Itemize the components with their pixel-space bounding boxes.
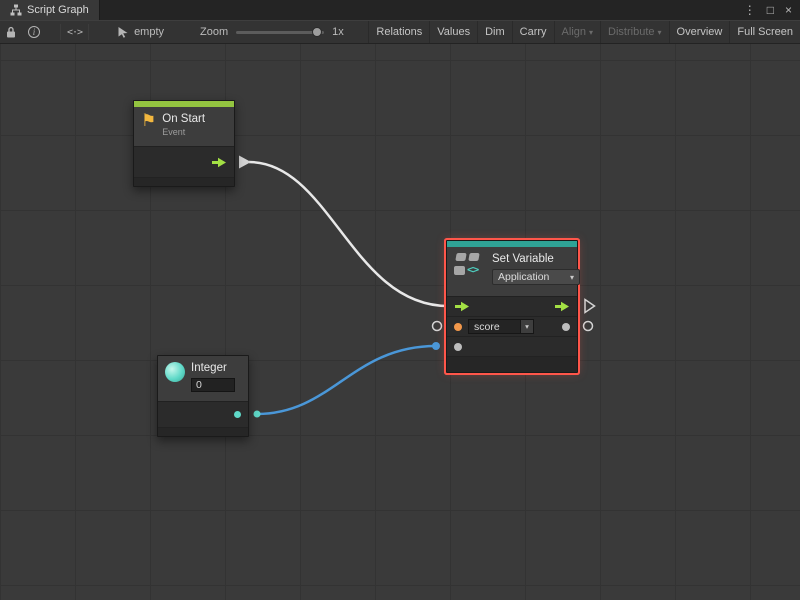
variable-scope-dropdown[interactable]: Application ▾ [492, 269, 580, 285]
info-button[interactable]: i [22, 21, 46, 43]
integer-value-field[interactable]: 0 [191, 378, 235, 392]
zoom-label: Zoom [200, 26, 228, 38]
input-value-port[interactable] [454, 343, 462, 351]
name-port-row: score ▾ [447, 317, 577, 337]
node-header: <> Set Variable Application ▾ [447, 247, 577, 297]
node-set-variable[interactable]: <> Set Variable Application ▾ score ▾ [446, 240, 578, 373]
close-icon[interactable]: × [785, 4, 792, 16]
node-title: On Start [162, 112, 205, 126]
relations-button[interactable]: Relations [368, 21, 429, 43]
node-header: ⚑ On Start Event [134, 107, 234, 147]
menu-icon[interactable]: ⋮ [744, 4, 756, 16]
zoom-value: 1x [332, 26, 344, 38]
flow-input-port[interactable] [454, 301, 470, 312]
graph-name-label: empty [134, 26, 164, 38]
port-row [158, 402, 248, 428]
node-footer [447, 357, 577, 372]
integer-output-port[interactable] [234, 411, 241, 418]
fullscreen-button[interactable]: Full Screen [729, 21, 800, 43]
flag-icon: ⚑ [141, 112, 156, 129]
tab-script-graph[interactable]: Script Graph [0, 0, 100, 20]
code-brackets-icon: <> [467, 263, 478, 276]
variable-scope-value: Application [498, 271, 549, 283]
set-variable-icon: <> [454, 252, 486, 280]
node-on-start[interactable]: ⚑ On Start Event [133, 100, 235, 187]
node-title: Set Variable [492, 252, 580, 266]
script-graph-icon [10, 4, 22, 16]
zoom-control: Zoom 1x [200, 26, 344, 38]
port-row [134, 147, 234, 178]
title-bar: Script Graph ⋮ □ × [0, 0, 800, 20]
node-header: Integer 0 [158, 356, 248, 402]
window-controls: ⋮ □ × [744, 4, 800, 16]
flow-output-port[interactable] [211, 157, 227, 168]
code-view-button[interactable]: <·> [61, 21, 88, 43]
tab-title: Script Graph [27, 4, 89, 16]
integer-icon [165, 362, 185, 382]
variable-name-dropdown[interactable]: score ▾ [468, 319, 534, 334]
dim-button[interactable]: Dim [477, 21, 512, 43]
value-port-row [447, 337, 577, 357]
code-icon: <·> [67, 27, 82, 38]
overview-button[interactable]: Overview [669, 21, 730, 43]
lock-button[interactable] [0, 21, 22, 43]
node-footer [158, 428, 248, 436]
node-footer [134, 178, 234, 186]
toolbar-separator [88, 24, 89, 40]
lock-icon [6, 26, 16, 38]
graph-pointer-icon [117, 26, 129, 38]
variable-name-port[interactable] [454, 323, 462, 331]
maximize-icon[interactable]: □ [767, 4, 774, 16]
info-icon: i [28, 26, 40, 38]
node-title: Integer [191, 361, 235, 375]
graph-canvas[interactable] [0, 44, 800, 600]
flow-port-row [447, 297, 577, 317]
flow-output-port[interactable] [554, 301, 570, 312]
output-value-port[interactable] [562, 323, 570, 331]
zoom-slider[interactable] [236, 31, 324, 34]
chevron-down-icon[interactable]: ▾ [520, 319, 534, 334]
align-dropdown-button[interactable]: Align▾ [554, 21, 600, 43]
chevron-down-icon: ▾ [570, 273, 574, 282]
chevron-down-icon: ▾ [589, 28, 593, 37]
node-subtitle: Event [162, 127, 205, 137]
toolbar-buttons: Relations Values Dim Carry Align▾ Distri… [368, 21, 800, 43]
graph-selector[interactable]: empty [117, 26, 164, 38]
node-integer[interactable]: Integer 0 [157, 355, 249, 437]
zoom-slider-knob[interactable] [312, 27, 322, 37]
carry-button[interactable]: Carry [512, 21, 554, 43]
graph-toolbar: i <·> empty Zoom 1x Relations Values Dim… [0, 20, 800, 44]
variable-name-value[interactable]: score [468, 319, 520, 334]
values-button[interactable]: Values [429, 21, 477, 43]
distribute-dropdown-button[interactable]: Distribute▾ [600, 21, 668, 43]
chevron-down-icon: ▾ [658, 28, 662, 37]
